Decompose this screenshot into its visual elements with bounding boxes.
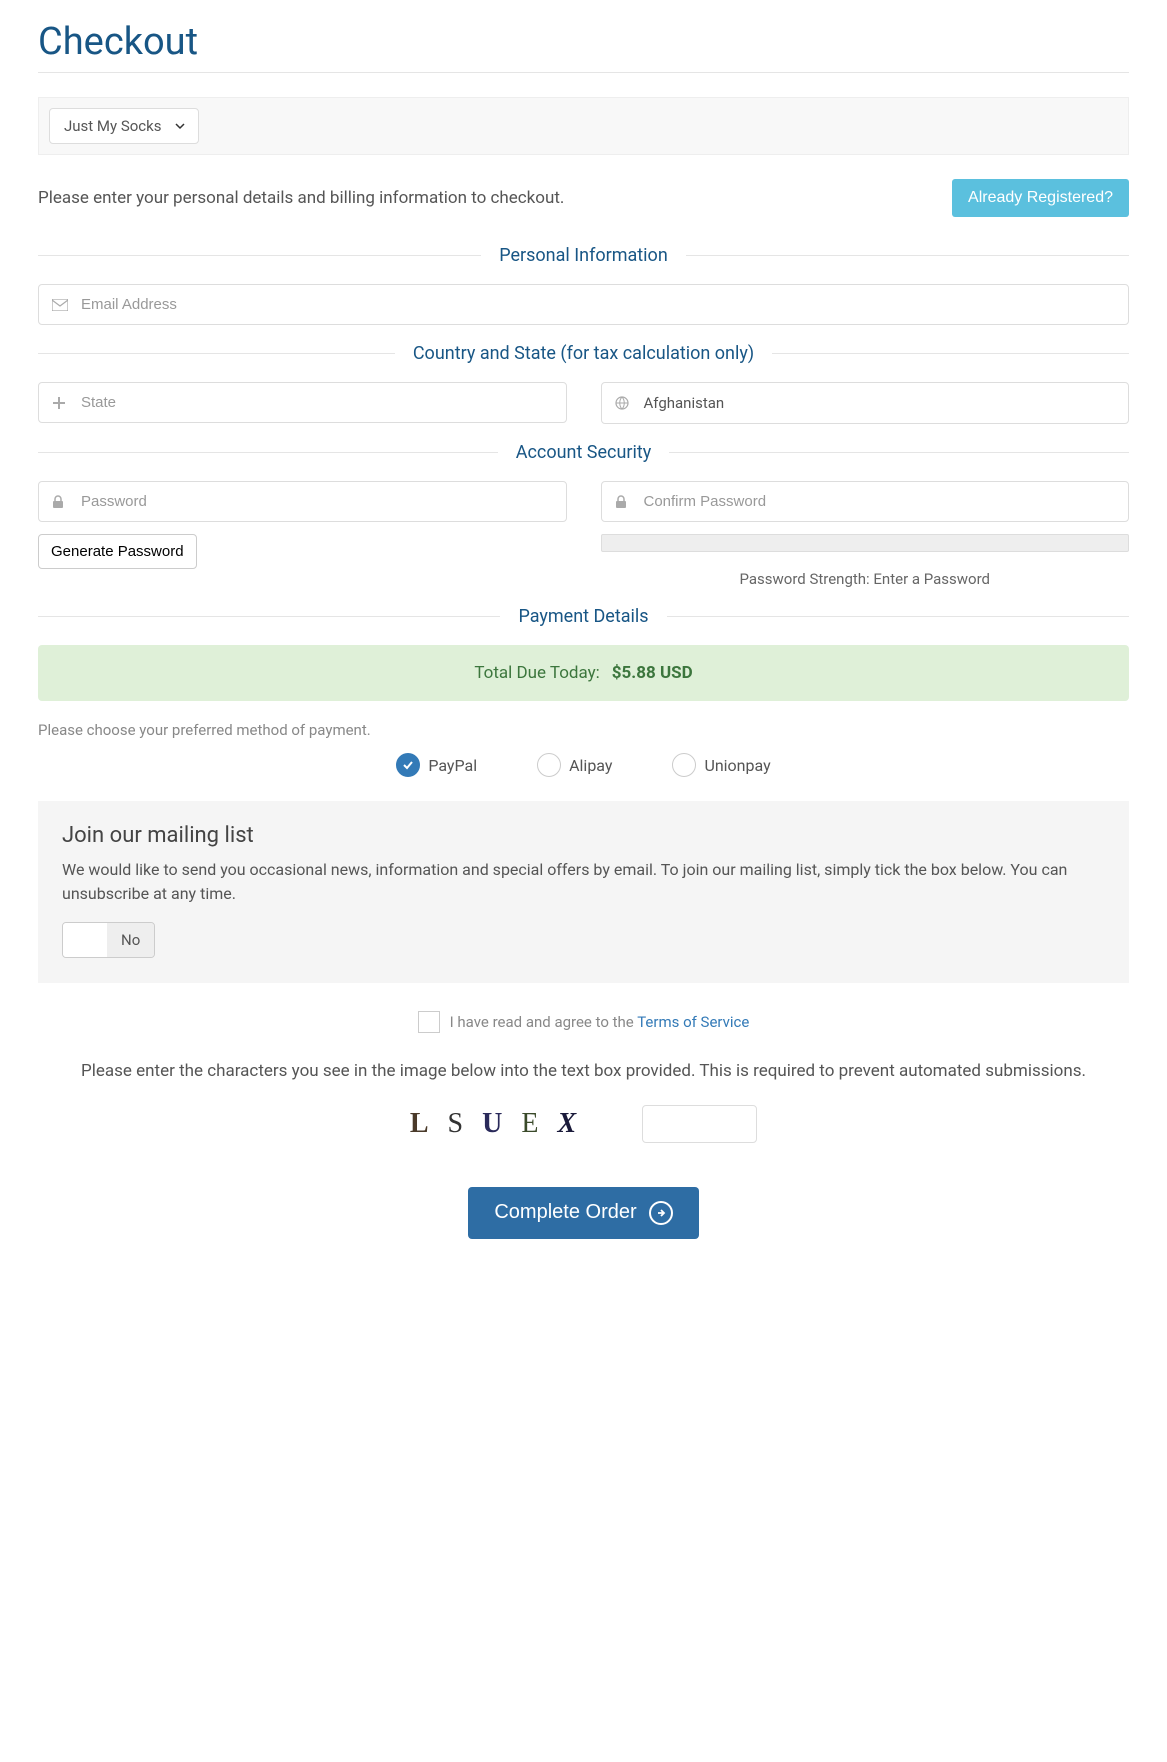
lock-icon bbox=[615, 495, 627, 509]
mailing-toggle-label: No bbox=[107, 923, 154, 957]
already-registered-button[interactable]: Already Registered? bbox=[952, 179, 1129, 217]
payment-label: PayPal bbox=[428, 756, 477, 775]
intro-text: Please enter your personal details and b… bbox=[38, 188, 564, 208]
password-strength-text: Password Strength: Enter a Password bbox=[601, 570, 1130, 588]
total-value: $5.88 USD bbox=[612, 663, 693, 683]
page-title: Checkout bbox=[38, 20, 1129, 64]
product-select-value: Just My Socks bbox=[64, 117, 162, 135]
radio-icon bbox=[672, 753, 696, 777]
submit-label: Complete Order bbox=[494, 1201, 636, 1224]
globe-icon bbox=[615, 396, 629, 410]
arrow-right-circle-icon bbox=[649, 1201, 673, 1225]
total-due-box: Total Due Today: $5.88 USD bbox=[38, 645, 1129, 701]
section-label: Payment Details bbox=[518, 606, 648, 627]
section-personal: Personal Information bbox=[38, 245, 1129, 266]
complete-order-button[interactable]: Complete Order bbox=[468, 1187, 698, 1239]
tos-checkbox[interactable] bbox=[418, 1011, 440, 1033]
password-field[interactable] bbox=[38, 481, 567, 522]
tos-text: I have read and agree to the Terms of Se… bbox=[450, 1013, 750, 1031]
mailing-toggle[interactable]: No bbox=[62, 922, 155, 958]
email-field[interactable] bbox=[38, 284, 1129, 325]
section-payment: Payment Details bbox=[38, 606, 1129, 627]
country-value: Afghanistan bbox=[644, 394, 725, 412]
mailing-title: Join our mailing list bbox=[62, 823, 1105, 848]
section-country: Country and State (for tax calculation o… bbox=[38, 343, 1129, 364]
payment-option-alipay[interactable]: Alipay bbox=[537, 753, 612, 777]
product-select-well: Just My Socks bbox=[38, 97, 1129, 155]
captcha-instructions: Please enter the characters you see in t… bbox=[38, 1059, 1129, 1085]
envelope-icon bbox=[52, 299, 68, 311]
divider bbox=[38, 72, 1129, 73]
captcha-input[interactable] bbox=[642, 1105, 757, 1143]
total-label: Total Due Today: bbox=[474, 663, 600, 683]
radio-icon bbox=[396, 753, 420, 777]
radio-icon bbox=[537, 753, 561, 777]
password-strength-bar bbox=[601, 534, 1130, 552]
lock-icon bbox=[52, 495, 64, 509]
captcha-image: L S U E X bbox=[410, 1108, 582, 1140]
mailing-list-box: Join our mailing list We would like to s… bbox=[38, 801, 1129, 983]
section-label: Personal Information bbox=[499, 245, 668, 266]
section-label: Country and State (for tax calculation o… bbox=[413, 343, 754, 364]
section-label: Account Security bbox=[516, 442, 652, 463]
mailing-text: We would like to send you occasional new… bbox=[62, 858, 1105, 906]
payment-label: Alipay bbox=[569, 756, 612, 775]
location-icon bbox=[52, 396, 66, 410]
confirm-password-field[interactable] bbox=[601, 481, 1130, 522]
check-icon bbox=[402, 759, 414, 771]
payment-option-unionpay[interactable]: Unionpay bbox=[672, 753, 770, 777]
tos-link[interactable]: Terms of Service bbox=[637, 1013, 749, 1031]
section-security: Account Security bbox=[38, 442, 1129, 463]
state-field[interactable] bbox=[38, 382, 567, 423]
product-select[interactable]: Just My Socks bbox=[49, 108, 199, 144]
payment-option-paypal[interactable]: PayPal bbox=[396, 753, 477, 777]
payment-hint: Please choose your preferred method of p… bbox=[38, 721, 1129, 739]
country-select[interactable]: Afghanistan bbox=[601, 382, 1130, 424]
payment-label: Unionpay bbox=[704, 756, 770, 775]
chevron-down-icon bbox=[174, 120, 186, 132]
generate-password-button[interactable]: Generate Password bbox=[38, 534, 197, 569]
